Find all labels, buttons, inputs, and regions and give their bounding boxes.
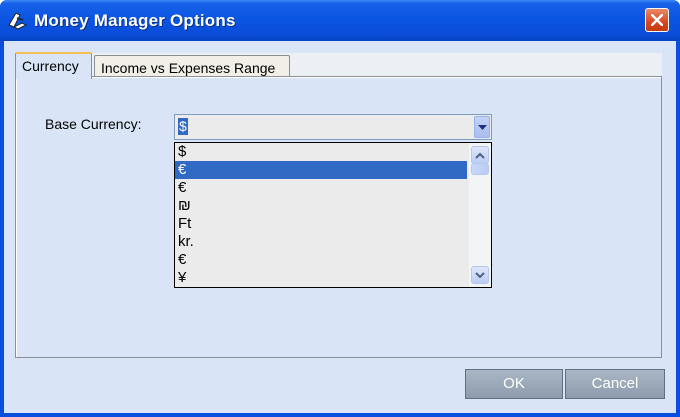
tab-currency[interactable]: Currency — [15, 52, 92, 79]
currency-option[interactable]: ₪ — [175, 197, 467, 215]
list-scrollbar[interactable] — [469, 143, 491, 287]
money-manager-icon — [6, 9, 28, 31]
currency-option-highlighted[interactable]: € — [175, 161, 467, 179]
dialog-body: Currency Income vs Expenses Range Base C… — [4, 41, 676, 413]
close-icon — [651, 14, 663, 26]
ok-button[interactable]: OK — [465, 369, 563, 399]
dropdown-button[interactable] — [474, 116, 490, 138]
title-bar[interactable]: Money Manager Options — [0, 0, 680, 41]
currency-option[interactable]: Ft — [175, 215, 467, 233]
scroll-down-button[interactable] — [471, 266, 489, 284]
tab-label: Income vs Expenses Range — [101, 60, 276, 76]
scroll-up-button[interactable] — [471, 146, 489, 164]
currency-option[interactable]: € — [175, 179, 467, 197]
arrow-down-icon — [475, 272, 485, 279]
arrow-up-icon — [475, 152, 485, 159]
scroll-thumb[interactable] — [471, 163, 489, 175]
close-button[interactable] — [645, 8, 669, 32]
currency-option[interactable]: $ — [175, 143, 467, 161]
base-currency-label: Base Currency: — [45, 116, 142, 132]
currency-option[interactable]: ¥ — [175, 269, 467, 287]
tab-label: Currency — [22, 58, 79, 74]
currency-option[interactable]: kr. — [175, 233, 467, 251]
selected-currency: $ — [178, 118, 188, 135]
currency-option[interactable]: € — [175, 251, 467, 269]
currency-options: $ € € ₪ Ft kr. € ¥ — [175, 143, 467, 287]
cancel-button[interactable]: Cancel — [565, 369, 665, 399]
currency-dropdown-list[interactable]: $ € € ₪ Ft kr. € ¥ — [174, 142, 492, 288]
chevron-down-icon — [478, 125, 487, 130]
options-dialog: Money Manager Options Currency Income vs… — [0, 0, 680, 417]
base-currency-select[interactable]: $ — [174, 114, 492, 140]
window-title: Money Manager Options — [34, 11, 236, 30]
